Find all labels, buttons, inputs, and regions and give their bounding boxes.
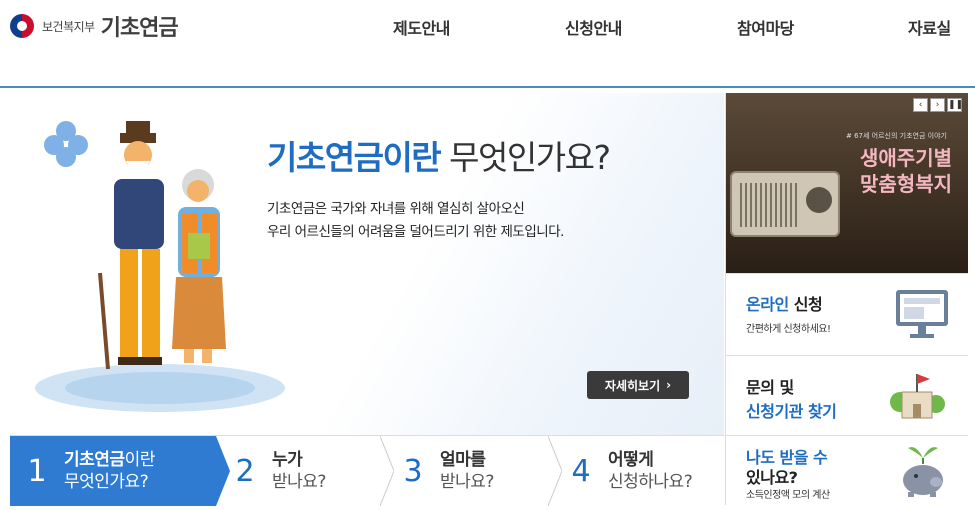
banner-subtitle: # 67세 어르신의 기초연금 이야기 [846, 132, 947, 140]
step-label: 누가 받나요? [272, 450, 326, 492]
step-label: 어떻게 신청하나요? [608, 450, 693, 492]
radio-illustration [730, 171, 840, 237]
card-title: 온라인 신청 [746, 295, 823, 314]
nav-item-system-info[interactable]: 제도안내 [393, 15, 450, 39]
step-tabs: 1 기초연금이란 무엇인가요? 2 누가 받나요? 3 얼마를 받나요? 4 어… [10, 435, 724, 506]
chevron-right-icon[interactable]: › [930, 98, 945, 112]
card-title-line2: 신청기관 찾기 [746, 402, 837, 421]
right-sidebar: # 67세 어르신의 기초연금 이야기 생애주기별 맞춤형복지 ‹ › ❚❚ 온… [725, 93, 968, 505]
hero-title: 기초연금이란 무엇인가요? [267, 131, 611, 179]
hero-description: 기초연금은 국가와 자녀를 위해 열심히 살아오신 우리 어르신들의 어려움을 … [267, 198, 564, 244]
tab-step-how-to-apply[interactable]: 4 어떻게 신청하나요? [566, 436, 692, 506]
hero-title-highlight: 기초연금이란 [267, 138, 442, 177]
card-title-line2: 있나요? [746, 468, 798, 487]
chevron-right-icon: › [666, 378, 672, 392]
hero-title-rest: 무엇인가요? [449, 138, 611, 177]
view-details-button[interactable]: 자세히보기 › [587, 371, 689, 399]
step-arrow-active [216, 436, 230, 506]
find-agency-card[interactable]: 문의 및 신청기관 찾기 [726, 355, 968, 435]
step-divider-chevron [548, 436, 562, 506]
piggy-bank-icon [903, 447, 943, 497]
banner-title: 생애주기별 맞춤형복지 [860, 146, 952, 196]
step-number: 3 [403, 453, 423, 489]
view-details-label: 자세히보기 [604, 378, 661, 393]
tab-step-who[interactable]: 2 누가 받나요? [230, 436, 326, 506]
step-label: 얼마를 받나요? [440, 450, 494, 492]
hero-desc-line: 우리 어르신들의 어려움을 덜어드리기 위한 제도입니다. [267, 224, 564, 240]
card-title-line1: 문의 및 [746, 378, 794, 397]
chevron-left-icon[interactable]: ‹ [913, 98, 928, 112]
step-divider-chevron [380, 436, 394, 506]
online-application-card[interactable]: 온라인 신청 간편하게 신청하세요! [726, 273, 968, 355]
ministry-name: 보건복지부 [42, 19, 95, 34]
step-number: 2 [235, 453, 255, 489]
nav-item-application-info[interactable]: 신청안내 [565, 15, 622, 39]
eligibility-check-card[interactable]: 나도 받을 수 있나요? 소득인정액 모의 계산 [726, 435, 968, 505]
card-subtitle: 간편하게 신청하세요! [746, 324, 831, 335]
step-number: 4 [571, 453, 591, 489]
card-subtitle: 소득인정액 모의 계산 [746, 490, 830, 501]
banner-controls: ‹ › ❚❚ [913, 98, 963, 112]
site-logo[interactable]: 보건복지부 기초연금 [10, 11, 179, 41]
tab-step-what-is[interactable]: 1 기초연금이란 무엇인가요? [10, 436, 216, 506]
taegeuk-emblem-icon [10, 14, 34, 38]
brand-title: 기초연금 [100, 16, 179, 41]
site-header: 보건복지부 기초연금 제도안내 신청안내 참여마당 자료실 [0, 0, 975, 88]
pause-icon[interactable]: ❚❚ [947, 98, 963, 112]
step-number: 1 [27, 453, 47, 489]
elderly-couple-illustration [35, 121, 285, 412]
hero-section: 기초연금이란 무엇인가요? 기초연금은 국가와 자녀를 위해 열심히 살아오신 … [10, 93, 724, 435]
nav-item-participation[interactable]: 참여마당 [737, 15, 794, 39]
computer-monitor-icon [896, 290, 948, 338]
building-flag-icon [890, 374, 945, 419]
promo-banner[interactable]: # 67세 어르신의 기초연금 이야기 생애주기별 맞춤형복지 ‹ › ❚❚ [726, 93, 968, 273]
hero-desc-line: 기초연금은 국가와 자녀를 위해 열심히 살아오신 [267, 201, 525, 217]
tab-step-how-much[interactable]: 3 얼마를 받나요? [398, 436, 494, 506]
step-label: 기초연금이란 무엇인가요? [64, 450, 155, 492]
nav-item-resources[interactable]: 자료실 [908, 15, 951, 39]
